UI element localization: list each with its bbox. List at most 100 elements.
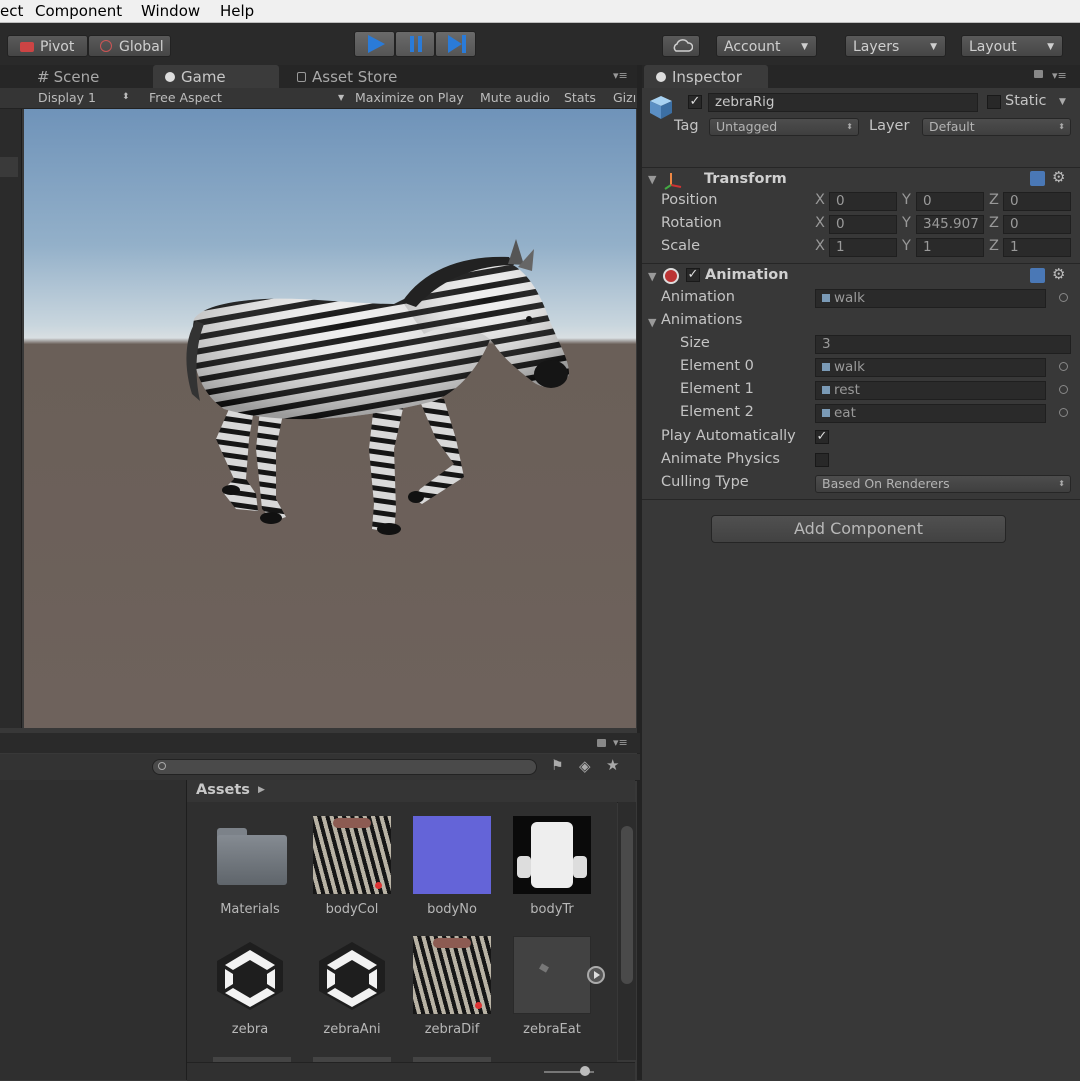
tab-inspector[interactable]: Inspector xyxy=(644,65,768,89)
add-component-button[interactable]: Add Component xyxy=(711,515,1006,543)
mute-audio-toggle[interactable]: Mute audio xyxy=(480,90,550,105)
assets-scrollbar[interactable] xyxy=(618,802,636,1060)
object-picker-icon[interactable] xyxy=(1059,408,1068,417)
tag-icon[interactable]: ◈ xyxy=(579,757,591,775)
culling-type-dropdown[interactable]: Based On Renderers ⬍ xyxy=(815,475,1071,493)
panel-menu-icon[interactable]: ▾≡ xyxy=(613,736,628,749)
object-picker-icon[interactable] xyxy=(1059,385,1068,394)
panel-menu-icon[interactable]: ▾≡ xyxy=(1052,69,1067,82)
gear-icon[interactable]: ⚙ xyxy=(1052,168,1065,186)
layer-dropdown[interactable]: Default ⬍ xyxy=(922,118,1071,136)
stats-toggle[interactable]: Stats xyxy=(564,90,596,105)
step-button[interactable] xyxy=(435,31,476,57)
tag-dropdown[interactable]: Untagged ⬍ xyxy=(709,118,859,136)
rotation-y-field[interactable]: 345.907 xyxy=(916,215,984,234)
asset-name: zebraDif xyxy=(424,1022,480,1037)
element-0-field[interactable]: walk xyxy=(815,358,1046,377)
object-name-field[interactable]: zebraRig xyxy=(708,93,978,112)
position-y-field[interactable]: 0 xyxy=(916,192,984,211)
animation-enabled-checkbox[interactable]: ✓ xyxy=(686,268,700,282)
active-checkbox[interactable]: ✓ xyxy=(688,95,702,109)
tag-value: Untagged xyxy=(716,119,778,134)
asset-name: zebra xyxy=(231,1022,269,1037)
lock-icon[interactable] xyxy=(1034,70,1043,78)
element-2-field[interactable]: eat xyxy=(815,404,1046,423)
global-button[interactable]: Global xyxy=(88,35,171,57)
menu-project[interactable]: ect xyxy=(0,2,23,20)
animation-clip-field[interactable]: walk xyxy=(815,289,1046,308)
clip-icon xyxy=(822,386,830,394)
play-icon xyxy=(368,35,385,53)
element-0-label: Element 0 xyxy=(680,358,754,374)
panel-menu-icon[interactable]: ▾≡ xyxy=(613,69,628,82)
asset-item[interactable]: bodyCol xyxy=(307,816,397,917)
scale-z-field[interactable]: 1 xyxy=(1003,238,1071,257)
tab-scene[interactable]: # Scene xyxy=(25,65,145,89)
project-search-input[interactable] xyxy=(152,759,537,775)
star-icon[interactable]: ★ xyxy=(606,756,619,774)
zoom-slider-handle[interactable] xyxy=(580,1066,590,1076)
cloud-button[interactable] xyxy=(662,35,700,57)
foldout-arrow-icon[interactable]: ▼ xyxy=(648,173,656,186)
aspect-dropdown[interactable]: Free Aspect xyxy=(149,90,222,105)
tab-asset-store[interactable]: Asset Store xyxy=(285,65,425,89)
project-folder-tree[interactable] xyxy=(0,780,187,1080)
menu-help[interactable]: Help xyxy=(220,2,254,20)
menu-bar: ect Component Window Help xyxy=(0,0,1080,23)
asset-item[interactable]: zebraEat xyxy=(507,936,605,1037)
scale-y-field[interactable]: 1 xyxy=(916,238,984,257)
static-label: Static xyxy=(1005,93,1047,109)
element-2-value: eat xyxy=(834,405,856,421)
hierarchy-row[interactable] xyxy=(0,157,18,177)
play-preview-icon[interactable] xyxy=(587,966,605,984)
filter-by-type-icon[interactable]: ⚑ xyxy=(551,758,564,774)
position-x-field[interactable]: 0 xyxy=(829,192,897,211)
static-checkbox[interactable] xyxy=(987,95,1001,109)
search-icon xyxy=(158,762,166,770)
scale-x-field[interactable]: 1 xyxy=(829,238,897,257)
transform-title: Transform xyxy=(704,171,787,187)
position-z-field[interactable]: 0 xyxy=(1003,192,1071,211)
chevron-updown-icon: ⬍ xyxy=(846,122,853,131)
axis-x-label: X xyxy=(815,192,825,208)
rotation-x-field[interactable]: 0 xyxy=(829,215,897,234)
breadcrumb-assets[interactable]: Assets xyxy=(196,782,250,798)
scrollbar-thumb[interactable] xyxy=(621,826,633,984)
menu-component[interactable]: Component xyxy=(35,2,122,20)
help-icon[interactable] xyxy=(1030,171,1045,186)
layers-dropdown[interactable]: Layers ▼ xyxy=(845,35,946,57)
account-dropdown[interactable]: Account ▼ xyxy=(716,35,817,57)
menu-window[interactable]: Window xyxy=(141,2,200,20)
animations-size-field[interactable]: 3 xyxy=(815,335,1071,354)
layout-dropdown[interactable]: Layout ▼ xyxy=(961,35,1063,57)
rotation-z-field[interactable]: 0 xyxy=(1003,215,1071,234)
game-viewport[interactable] xyxy=(24,109,636,728)
foldout-arrow-icon[interactable]: ▼ xyxy=(648,270,656,283)
asset-item[interactable]: Materials xyxy=(205,816,295,917)
animate-physics-checkbox[interactable] xyxy=(815,453,829,467)
tab-game[interactable]: Game xyxy=(153,65,279,89)
asset-item[interactable]: bodyNo xyxy=(407,816,497,917)
pivot-icon xyxy=(20,42,34,52)
pause-button[interactable] xyxy=(395,31,435,57)
asset-item[interactable]: zebra xyxy=(205,936,295,1037)
pivot-button[interactable]: Pivot xyxy=(7,35,88,57)
asset-item[interactable]: bodyTr xyxy=(507,816,597,917)
play-automatically-checkbox[interactable]: ✓ xyxy=(815,430,829,444)
asset-item[interactable]: zebraDif xyxy=(407,936,497,1037)
lock-icon[interactable] xyxy=(597,739,606,747)
object-picker-icon[interactable] xyxy=(1059,293,1068,302)
gear-icon[interactable]: ⚙ xyxy=(1052,265,1065,283)
help-icon[interactable] xyxy=(1030,268,1045,283)
maximize-on-play-toggle[interactable]: Maximize on Play xyxy=(355,90,464,105)
chevron-down-icon[interactable]: ▼ xyxy=(1059,97,1066,107)
gizmos-dropdown[interactable]: Gizı xyxy=(613,90,636,105)
animations-label: Animations xyxy=(661,312,743,328)
foldout-arrow-icon[interactable]: ▼ xyxy=(648,316,656,329)
unity-logo-icon xyxy=(211,936,289,1014)
element-1-field[interactable]: rest xyxy=(815,381,1046,400)
asset-item[interactable]: zebraAni xyxy=(307,936,397,1037)
object-picker-icon[interactable] xyxy=(1059,362,1068,371)
play-button[interactable] xyxy=(354,31,395,57)
display-dropdown[interactable]: Display 1 xyxy=(38,90,96,105)
